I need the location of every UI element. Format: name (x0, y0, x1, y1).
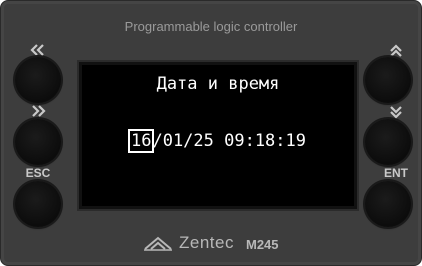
datetime-value: 16/01/25 09:18:19 (82, 129, 354, 153)
model-number: M245 (245, 236, 279, 252)
double-down-arrow-icon (371, 105, 421, 121)
up-button[interactable] (365, 57, 411, 103)
brand-logo: Zentec M245 (143, 233, 279, 253)
ent-button[interactable] (365, 181, 411, 227)
edit-cursor-field[interactable]: 16 (127, 129, 155, 153)
right-button[interactable] (15, 119, 61, 165)
ent-label: ENT (384, 166, 408, 180)
double-right-arrow-icon (13, 105, 63, 119)
zentec-logo-icon (144, 236, 172, 251)
brand-name: Zentec (179, 233, 234, 252)
esc-label: ESC (25, 166, 51, 180)
esc-button[interactable] (15, 181, 61, 227)
plc-front-panel: Programmable logic controller ESC ENT Да… (0, 0, 422, 266)
double-left-arrow-icon (13, 44, 63, 58)
left-button[interactable] (15, 57, 61, 103)
screen-heading: Дата и время (156, 74, 280, 94)
lcd-screen: Дата и время 16/01/25 09:18:19 (79, 62, 357, 209)
datetime-rest: /01/25 09:18:19 (152, 131, 306, 151)
down-button[interactable] (365, 119, 411, 165)
device-title: Programmable logic controller (124, 19, 298, 34)
